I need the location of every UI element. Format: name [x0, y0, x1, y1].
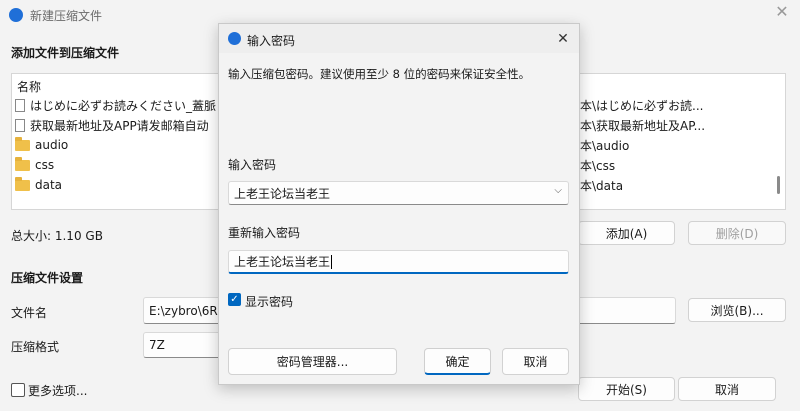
- list-item-path: 本\data: [580, 178, 624, 193]
- browse-button[interactable]: 浏览(B)...: [688, 298, 786, 322]
- scrollbar-thumb[interactable]: [777, 176, 780, 194]
- cancel-button[interactable]: 取消: [678, 377, 776, 401]
- show-password-checkbox[interactable]: ✓: [228, 293, 241, 306]
- list-item[interactable]: 获取最新地址及APP请发邮箱自动: [15, 115, 209, 135]
- repeat-password-value: 上老王论坛当老王: [234, 255, 331, 269]
- more-options-checkbox[interactable]: [11, 383, 25, 397]
- text-cursor: [331, 254, 333, 269]
- dialog-cancel-button[interactable]: 取消: [502, 348, 569, 375]
- window-title: 新建压缩文件: [30, 9, 103, 23]
- dialog-title: 输入密码: [247, 34, 296, 48]
- format-label: 压缩格式: [11, 340, 60, 354]
- start-button[interactable]: 开始(S): [578, 377, 675, 401]
- folder-icon: [15, 136, 30, 151]
- list-item[interactable]: はじめに必ずお読みください_蓋脈: [15, 95, 216, 115]
- dialog-close-icon[interactable]: ✕: [555, 31, 571, 47]
- file-icon: [15, 98, 25, 112]
- list-item-label: data: [35, 178, 63, 192]
- password-value: 上老王论坛当老王: [234, 186, 331, 201]
- folder-icon: [15, 176, 30, 191]
- settings-title: 压缩文件设置: [11, 271, 84, 285]
- list-item[interactable]: audio: [15, 135, 68, 155]
- delete-button[interactable]: 删除(D): [688, 221, 786, 245]
- section-title: 添加文件到压缩文件: [11, 46, 120, 60]
- folder-icon: [15, 156, 30, 171]
- password-manager-button[interactable]: 密码管理器...: [228, 348, 397, 375]
- repeat-password-label: 重新输入密码: [228, 226, 301, 240]
- app-logo-icon: [9, 8, 23, 22]
- list-item[interactable]: css: [15, 155, 54, 175]
- list-item-path: 本\audio: [580, 138, 630, 153]
- list-item-label: audio: [35, 138, 69, 152]
- app-logo-icon: [228, 32, 241, 45]
- filename-label: 文件名: [11, 306, 48, 320]
- ok-button[interactable]: 确定: [424, 348, 491, 375]
- list-item-path: 本\获取最新地址及AP...: [580, 118, 706, 133]
- password-label: 输入密码: [228, 158, 277, 172]
- total-size: 总大小: 1.10 GB: [11, 229, 103, 243]
- list-item[interactable]: data: [15, 175, 62, 195]
- column-header-name[interactable]: 名称: [17, 78, 41, 95]
- list-item-path: 本\css: [580, 158, 616, 173]
- add-button[interactable]: 添加(A): [578, 221, 675, 245]
- list-item-path: 本\はじめに必ずお読...: [580, 98, 704, 113]
- list-item-label: 获取最新地址及APP请发邮箱自动: [30, 118, 209, 133]
- list-item-label: css: [35, 158, 55, 172]
- password-field[interactable]: 上老王论坛当老王 ⌵: [228, 181, 569, 205]
- dialog-description: 输入压缩包密码。建议使用至少 8 位的密码来保证安全性。: [228, 67, 531, 81]
- repeat-password-field[interactable]: 上老王论坛当老王: [228, 250, 569, 274]
- format-select[interactable]: 7Z: [143, 332, 223, 358]
- show-password-label[interactable]: 显示密码: [245, 293, 293, 310]
- close-icon[interactable]: ✕: [774, 4, 790, 20]
- more-options-label[interactable]: 更多选项...: [28, 382, 87, 399]
- list-item-label: はじめに必ずお読みください_蓋脈: [30, 98, 217, 113]
- chevron-down-icon[interactable]: ⌵: [554, 185, 562, 196]
- file-icon: [15, 118, 25, 132]
